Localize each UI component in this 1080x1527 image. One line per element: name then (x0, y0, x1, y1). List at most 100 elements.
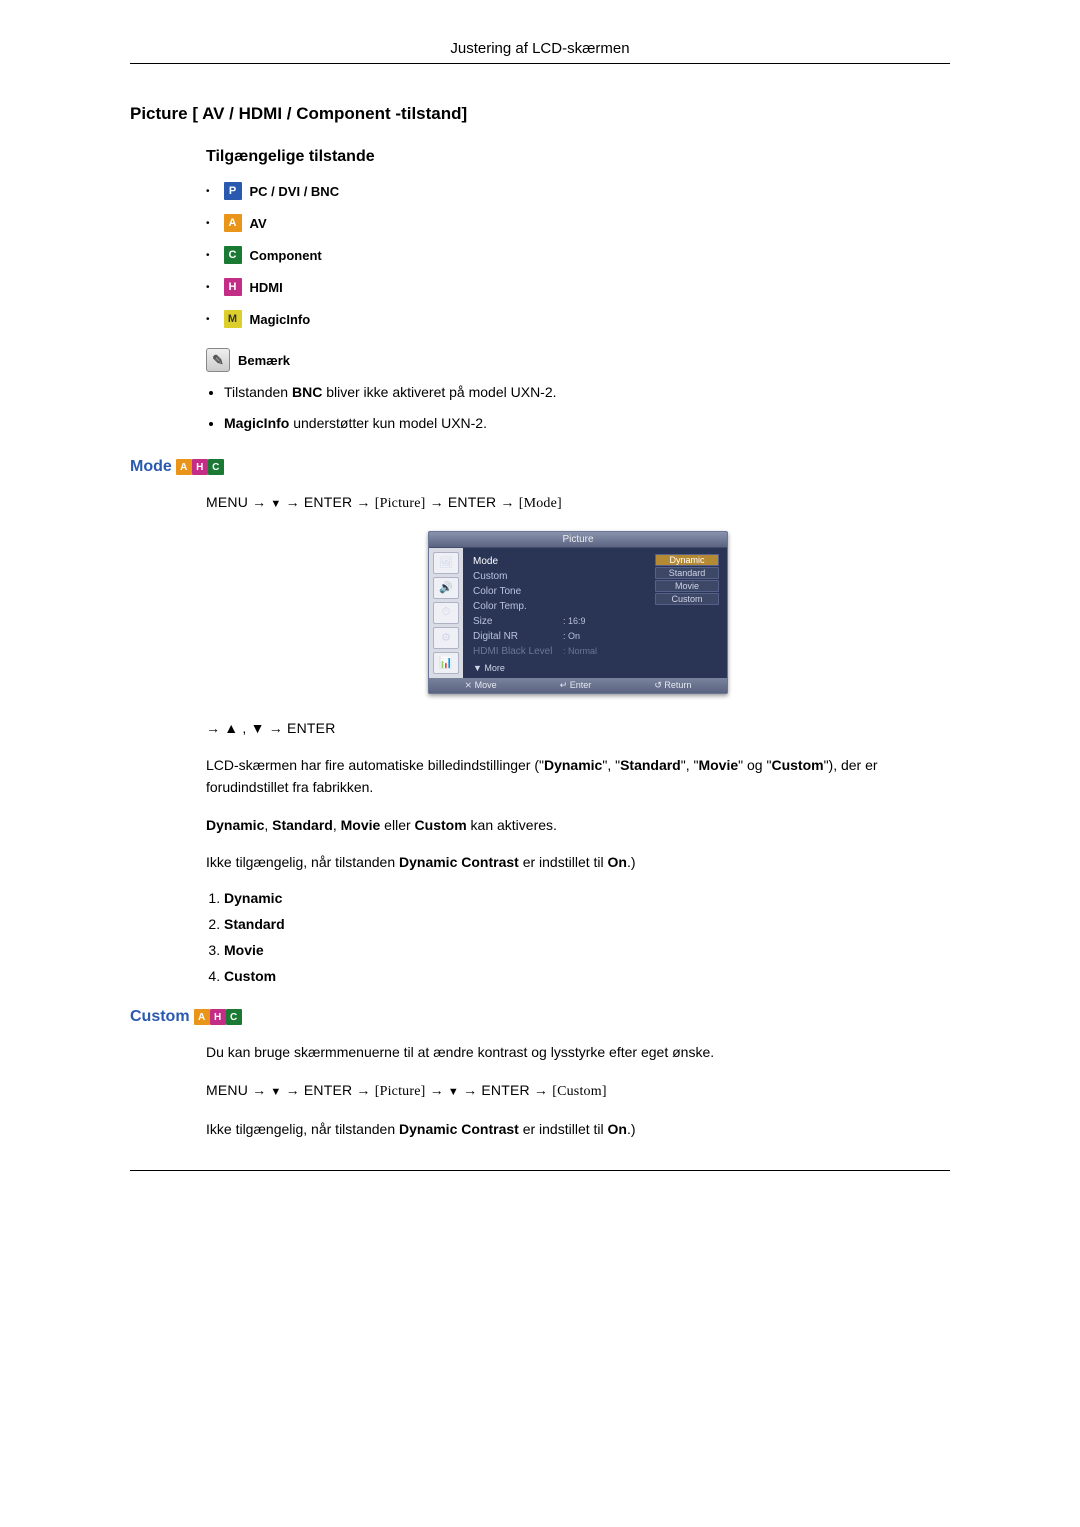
mode-label: AV (250, 216, 267, 231)
mode-item-av: A AV (206, 214, 950, 232)
down-triangle-icon: ▼ (448, 1086, 459, 1098)
text: → ENTER → (459, 1082, 552, 1098)
text: .) (627, 854, 636, 870)
osd-label: Digital NR (473, 631, 563, 642)
text-bold: Custom (415, 817, 467, 833)
text-bold: BNC (292, 384, 322, 400)
down-triangle-icon: ▼ (270, 1086, 281, 1098)
text: MENU → (206, 1082, 270, 1098)
mode-item-hdmi: H HDMI (206, 278, 950, 296)
text: → ENTER → (282, 494, 375, 510)
badge-c-icon: C (226, 1009, 242, 1025)
osd-icon: 🖼 (433, 552, 459, 574)
footer-rule (130, 1170, 950, 1171)
osd-icon: 🔊 (433, 577, 459, 599)
paragraph: Ikke tilgængelig, når tilstanden Dynamic… (206, 852, 950, 874)
osd-screenshot: Picture 🖼 🔊 ⏱ ⚙ 📊 Mode Custom (428, 531, 728, 694)
text: → ENTER → (426, 494, 519, 510)
text-bold: Movie (224, 942, 264, 958)
osd-sidebar: 🖼 🔊 ⏱ ⚙ 📊 (429, 548, 463, 678)
text: bliver ikke aktiveret på model UXN-2. (322, 384, 556, 400)
text: → (426, 1082, 448, 1098)
note-list: Tilstanden BNC bliver ikke aktiveret på … (206, 382, 950, 434)
osd-value: : Normal (563, 646, 623, 656)
osd-footer: ⨯ Move ↵ Enter ↺ Return (429, 678, 727, 693)
badge-h-icon: H (192, 459, 208, 475)
mode-label: Component (250, 248, 322, 263)
osd-value: : 16:9 (563, 616, 623, 626)
badge-p-icon: P (224, 182, 242, 200)
osd-option: Standard (655, 567, 719, 579)
text: Ikke tilgængelig, når tilstanden (206, 1121, 399, 1137)
badge-h-icon: H (224, 278, 242, 296)
document-page: Justering af LCD-skærmen Picture [ AV / … (0, 0, 1080, 1231)
note-title: Bemærk (238, 353, 290, 368)
osd-foot-return: ↺ Return (654, 680, 691, 691)
osd-title: Picture (429, 532, 727, 548)
osd-row: Size: 16:9 (473, 614, 719, 629)
text-bold: Custom (771, 757, 823, 773)
mode-label: HDMI (250, 280, 283, 295)
numbered-list: Dynamic Standard Movie Custom (206, 890, 950, 984)
badge-h-icon: H (210, 1009, 226, 1025)
list-item: Movie (224, 942, 950, 958)
text: , (333, 817, 341, 833)
heading-badges: A H C (194, 1009, 242, 1025)
paragraph: LCD-skærmen har fire automatiske billedi… (206, 755, 950, 798)
text-bold: Movie (698, 757, 738, 773)
text-bold: Standard (224, 916, 285, 932)
text-bold: On (608, 1121, 627, 1137)
paragraph: Du kan bruge skærmmenuerne til at ændre … (206, 1042, 950, 1064)
down-triangle-icon: ▼ (270, 498, 281, 510)
osd-value: : On (563, 631, 623, 641)
text: Tilstanden (224, 384, 292, 400)
osd-row: Color Tone (473, 584, 655, 599)
text-bold: Movie (341, 817, 381, 833)
text-bold: MagicInfo (224, 415, 289, 431)
osd-option-selected: Dynamic (655, 554, 719, 566)
osd-icon: ⏱ (433, 602, 459, 624)
text-bold: Dynamic Contrast (399, 854, 519, 870)
subsection-title: Tilgængelige tilstande (206, 148, 950, 166)
mode-item-pc: P PC / DVI / BNC (206, 182, 950, 200)
text-bold: Dynamic Contrast (399, 1121, 519, 1137)
paragraph: Dynamic, Standard, Movie eller Custom ka… (206, 815, 950, 837)
mode-heading: Mode A H C (130, 458, 950, 476)
osd-row: Color Temp. (473, 599, 655, 614)
osd-label: Color Tone (473, 586, 563, 597)
text: ", " (681, 757, 699, 773)
text: LCD-skærmen har fire automatiske billedi… (206, 757, 544, 773)
text-bracket: [Picture] (375, 1084, 426, 1099)
osd-row: Mode (473, 554, 655, 569)
osd-foot-enter: ↵ Enter (560, 680, 592, 691)
text: " og " (738, 757, 771, 773)
text-bold: On (608, 854, 627, 870)
text-bold: Custom (224, 968, 276, 984)
nav-path: MENU → ▼ → ENTER → [Picture] → ENTER → [… (206, 492, 950, 515)
heading-badges: A H C (176, 459, 224, 475)
osd-icon: 📊 (433, 652, 459, 674)
text-bold: Dynamic (544, 757, 602, 773)
text-bracket: [Mode] (519, 496, 562, 511)
nav-path: MENU → ▼ → ENTER → [Picture] → ▼ → ENTER… (206, 1080, 950, 1103)
osd-row: Digital NR: On (473, 629, 719, 644)
custom-heading: Custom A H C (130, 1008, 950, 1026)
nav-path-2: → ▲ , ▼ → ENTER (206, 718, 950, 740)
mode-item-component: C Component (206, 246, 950, 264)
list-item: Standard (224, 916, 950, 932)
badge-a-icon: A (194, 1009, 210, 1025)
text-bold: Dynamic (206, 817, 264, 833)
note-heading: ✎ Bemærk (206, 348, 950, 372)
osd-more: ▼ More (473, 659, 719, 673)
mode-label: MagicInfo (250, 312, 311, 327)
text-bracket: [Custom] (552, 1084, 607, 1099)
heading-text: Custom (130, 1008, 190, 1026)
text: ", " (602, 757, 620, 773)
mode-item-magicinfo: M MagicInfo (206, 310, 950, 328)
text: → ENTER → (282, 1082, 375, 1098)
osd-option: Custom (655, 593, 719, 605)
badge-a-icon: A (176, 459, 192, 475)
paragraph: Ikke tilgængelig, når tilstanden Dynamic… (206, 1119, 950, 1141)
text: understøtter kun model UXN-2. (289, 415, 487, 431)
text: MENU → (206, 494, 270, 510)
